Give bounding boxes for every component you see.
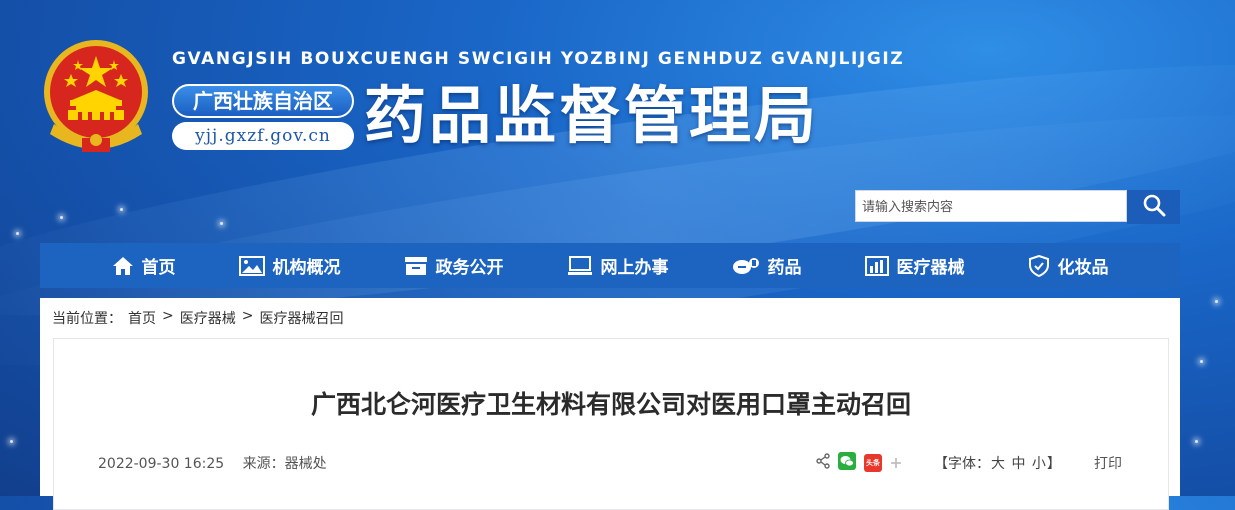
font-size-label: 【字体： <box>934 456 990 472</box>
breadcrumb-separator: > <box>162 308 174 324</box>
nav-item-medical-devices[interactable]: 医疗器械 <box>864 253 965 278</box>
article-datetime: 2022-09-30 16:25 <box>98 456 225 472</box>
nav-label: 药品 <box>767 258 802 278</box>
search-input[interactable] <box>855 190 1127 222</box>
pill-icon <box>732 256 760 276</box>
national-emblem <box>38 38 154 156</box>
sparkle <box>120 208 123 211</box>
search-icon <box>1142 193 1166 221</box>
sparkle <box>60 216 63 219</box>
article-title: 广西北仑河医疗卫生材料有限公司对医用口罩主动召回 <box>310 390 911 419</box>
breadcrumb-link-medical-devices[interactable]: 医疗器械 <box>180 308 236 328</box>
sparkle <box>1200 360 1203 363</box>
article-meta: 2022-09-30 16:25 来源：器械处 <box>98 453 341 473</box>
site-title: 药品监督管理局 <box>364 79 820 152</box>
article-card: 广西北仑河医疗卫生材料有限公司对医用口罩主动召回 2022-09-30 16:2… <box>53 338 1169 510</box>
search-bar <box>855 190 1180 224</box>
bar-chart-icon <box>864 255 889 276</box>
font-size-large[interactable]: 大 <box>991 456 1005 472</box>
image-icon <box>238 255 265 276</box>
nav-item-home[interactable]: 首页 <box>112 253 176 278</box>
nav-item-cosmetics[interactable]: 化妆品 <box>1028 253 1109 278</box>
sparkle <box>16 232 19 235</box>
article-source: 来源：器械处 <box>242 456 327 472</box>
search-button[interactable] <box>1127 190 1180 224</box>
nav-item-drugs[interactable]: 药品 <box>732 253 802 278</box>
breadcrumb: 当前位置： 首页 > 医疗器械 > 医疗器械召回 <box>52 308 343 328</box>
nav-label: 政务公开 <box>435 258 504 278</box>
share-icon[interactable] <box>816 453 830 473</box>
computer-icon <box>567 255 593 276</box>
nav-label: 网上办事 <box>600 258 669 278</box>
region-badge: 广西壮族自治区 <box>172 84 354 118</box>
nav-item-online-services[interactable]: 网上办事 <box>567 253 669 278</box>
home-icon <box>112 256 134 276</box>
nav-label: 首页 <box>141 258 176 278</box>
shield-icon <box>1028 254 1050 277</box>
breadcrumb-separator: > <box>241 308 254 324</box>
sparkle <box>220 222 223 225</box>
breadcrumb-link-device-recall[interactable]: 医疗器械召回 <box>259 308 343 328</box>
content-panel: 当前位置： 首页 > 医疗器械 > 医疗器械召回 广西北仑河医疗卫生材料有限公司… <box>40 298 1180 510</box>
font-size-small[interactable]: 小 <box>1032 456 1046 472</box>
share-bar: 头条 <box>816 452 902 474</box>
wechat-share-icon[interactable] <box>838 452 856 474</box>
nav-label: 机构概况 <box>272 258 341 278</box>
breadcrumb-prefix: 当前位置： <box>52 311 122 327</box>
nav-item-organization[interactable]: 机构概况 <box>238 253 341 278</box>
site-title-pinyin: GVANGJSIH BOUXCUENGH SWCIGIH YOZBINJ GEN… <box>172 49 905 69</box>
toutiao-share-icon[interactable]: 头条 <box>864 454 882 472</box>
font-size-switcher: 【字体：大 中 小】 <box>934 453 1061 473</box>
nav-label: 化妆品 <box>1057 258 1109 278</box>
sparkle <box>1195 440 1198 443</box>
sparkle <box>10 440 13 443</box>
font-size-close: 】 <box>1046 456 1061 472</box>
font-size-medium[interactable]: 中 <box>1011 456 1025 472</box>
main-nav: 首页 机构概况 政务公开 网上办事 药品 医疗器械 化妆品 <box>40 243 1180 288</box>
nav-label: 医疗器械 <box>896 258 965 278</box>
breadcrumb-link-home[interactable]: 首页 <box>128 308 156 328</box>
sparkle <box>1215 300 1218 303</box>
nav-item-government-affairs[interactable]: 政务公开 <box>404 253 504 278</box>
print-button[interactable]: 打印 <box>1094 453 1122 473</box>
site-domain: yjj.gxzf.gov.cn <box>172 122 354 150</box>
more-share-icon[interactable] <box>890 454 902 473</box>
archive-icon <box>404 256 428 276</box>
